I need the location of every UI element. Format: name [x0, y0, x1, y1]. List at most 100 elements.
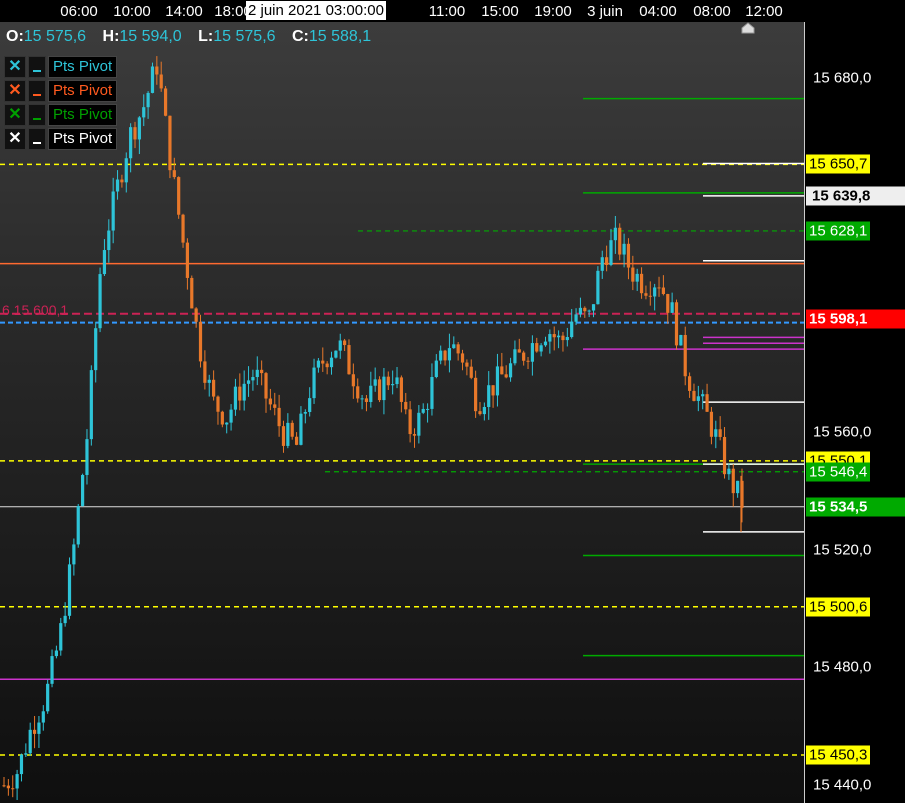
price-tick-label: 15 520,0: [813, 541, 872, 559]
candle-body: [294, 436, 299, 445]
candle-body: [679, 334, 683, 346]
line-style-icon[interactable]: [28, 128, 46, 150]
candle-body: [150, 66, 155, 93]
legend-item-pivot-cyan[interactable]: ✕ Pts Pivot: [4, 56, 118, 78]
candle-body: [491, 385, 495, 396]
candle-body: [37, 722, 41, 734]
time-tick-label: 10:00: [113, 3, 151, 20]
price-axis[interactable]: [804, 22, 905, 803]
candle-body: [194, 308, 198, 322]
candle-body: [59, 623, 63, 651]
candle-body: [67, 564, 72, 616]
candle-body: [583, 307, 587, 312]
candle-body: [653, 287, 657, 297]
candle-body: [316, 360, 321, 368]
candle-body: [561, 335, 565, 341]
candle-body: [264, 373, 268, 399]
time-axis: 06:00 10:00 14:00 18:00 11:00 15:00 19:00 3 jui…: [0, 0, 905, 22]
candle-body: [530, 343, 534, 362]
candle-body: [81, 474, 85, 506]
remove-indicator-icon[interactable]: ✕: [4, 56, 26, 78]
candle-body: [731, 468, 735, 494]
candle-body: [495, 366, 500, 396]
remove-indicator-icon[interactable]: ✕: [4, 104, 26, 126]
legend-item-pivot-orange[interactable]: ✕ Pts Pivot: [4, 80, 118, 102]
candle-body: [417, 412, 421, 436]
candle-body: [281, 426, 286, 446]
time-tick-label: 3 juin: [587, 3, 623, 20]
candle-body: [163, 88, 168, 116]
line-style-icon[interactable]: [28, 56, 46, 78]
time-tick-label: 04:00: [639, 3, 677, 20]
candle-body: [76, 505, 80, 545]
remove-indicator-icon[interactable]: ✕: [4, 128, 26, 150]
candle-body: [242, 383, 246, 401]
candle-body: [556, 335, 561, 338]
line-style-icon[interactable]: [28, 80, 46, 102]
legend-label[interactable]: Pts Pivot: [48, 56, 118, 78]
candle-body: [334, 350, 338, 358]
price-tag: 15 500,6: [806, 597, 871, 617]
price-tag: 15 450,3: [806, 745, 871, 765]
candle-body: [692, 390, 696, 401]
candle-body: [146, 92, 150, 108]
time-tick-label: 08:00: [693, 3, 731, 20]
price-chart[interactable]: [0, 0, 804, 803]
candle-body: [618, 227, 622, 255]
candle-body: [168, 115, 172, 171]
candle-body: [220, 411, 224, 425]
candle-body: [587, 310, 591, 312]
candle-body: [421, 408, 425, 413]
candle-body: [137, 117, 141, 140]
candle-body: [661, 287, 665, 295]
candle-body: [600, 257, 604, 271]
close-value: 15 588,1: [308, 28, 372, 45]
time-tick-label: 19:00: [534, 3, 572, 20]
candle-body: [107, 230, 111, 251]
legend-label[interactable]: Pts Pivot: [48, 128, 118, 150]
candle-body: [15, 774, 19, 789]
candle-body: [225, 422, 229, 425]
candle-body: [94, 328, 98, 371]
candle-body: [273, 404, 277, 408]
candle-body: [504, 374, 508, 378]
scroll-marker-icon[interactable]: [741, 22, 755, 34]
candle-body: [447, 348, 452, 361]
price-tag: 15 534,5: [806, 497, 905, 517]
legend-item-pivot-white[interactable]: ✕ Pts Pivot: [4, 128, 118, 150]
candle-body: [609, 240, 613, 265]
candle-body: [718, 429, 722, 437]
candle-body: [177, 177, 181, 215]
candle-body: [596, 270, 600, 305]
crosshair-time-label: 2 juin 2021 03:00:00: [246, 1, 386, 20]
price-tag: 15 650,7: [806, 154, 871, 174]
candle-body: [312, 367, 316, 399]
open-key: O:: [6, 28, 24, 45]
high-key: H:: [102, 28, 120, 45]
candle-body: [268, 398, 272, 405]
candle-body: [85, 439, 89, 475]
candle-body: [347, 345, 351, 375]
candle-body: [377, 379, 382, 401]
candle-body: [216, 396, 220, 412]
candle-body: [246, 380, 251, 384]
candle-body: [343, 340, 347, 346]
legend-label[interactable]: Pts Pivot: [48, 104, 118, 126]
candle-body: [111, 191, 115, 231]
candle-body: [714, 429, 718, 437]
candle-body: [159, 74, 163, 89]
candle-body: [570, 321, 574, 338]
candle-body: [203, 361, 207, 383]
candle-body: [299, 413, 303, 445]
candle-body: [513, 349, 517, 364]
remove-indicator-icon[interactable]: ✕: [4, 80, 26, 102]
line-style-icon[interactable]: [28, 104, 46, 126]
time-tick-label: 11:00: [428, 3, 466, 20]
legend-label[interactable]: Pts Pivot: [48, 80, 118, 102]
candle-body: [329, 357, 334, 368]
candle-body: [50, 656, 54, 684]
candle-body: [425, 408, 430, 410]
candle-body: [120, 179, 124, 183]
legend-item-pivot-green[interactable]: ✕ Pts Pivot: [4, 104, 118, 126]
candle-body: [552, 334, 556, 338]
